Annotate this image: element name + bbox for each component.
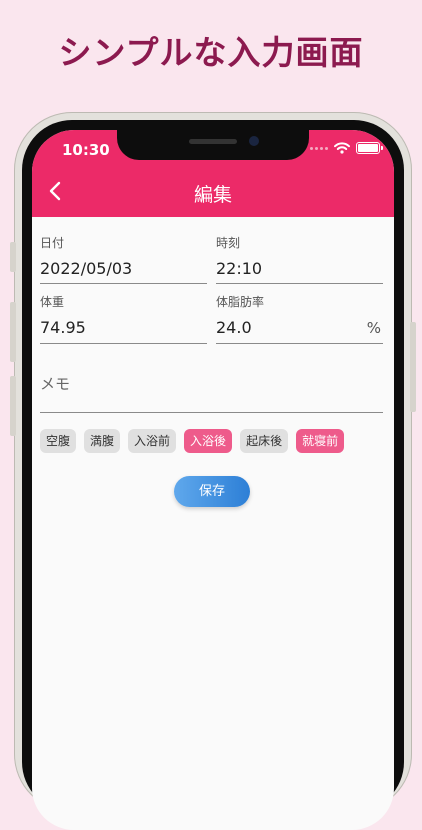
status-indicators (310, 142, 383, 154)
date-value: 2022/05/03 (40, 259, 133, 278)
tag-chips: 空腹 満腹 入浴前 入浴後 起床後 就寝前 (40, 429, 345, 453)
mute-switch (10, 242, 16, 272)
volume-down-button (10, 376, 16, 436)
date-field[interactable]: 日付 2022/05/03 (40, 234, 207, 284)
body-fat-label: 体脂肪率 (216, 295, 265, 309)
volume-up-button (10, 302, 16, 362)
time-field[interactable]: 時刻 22:10 (216, 234, 383, 284)
date-underline (40, 283, 207, 284)
page-title: 編集 (193, 184, 232, 206)
tag-chip[interactable]: 起床後 (240, 429, 289, 453)
phone-frame: 10:30 編集 日付 2022/05/03 時刻 22:10 体重 74.95… (10, 112, 416, 830)
date-label: 日付 (40, 236, 65, 250)
memo-field[interactable]: メモ (40, 373, 383, 413)
power-button (410, 322, 416, 412)
wifi-icon (334, 142, 350, 154)
tag-chip[interactable]: 入浴後 (184, 429, 233, 453)
percent-suffix: % (366, 319, 381, 337)
tag-chip[interactable]: 空腹 (40, 429, 77, 453)
signal-icon (310, 146, 328, 150)
status-time: 10:30 (62, 141, 110, 159)
body-fat-value: 24.0 (216, 318, 252, 337)
memo-placeholder: メモ (40, 375, 71, 393)
weight-label: 体重 (40, 295, 65, 309)
time-label: 時刻 (216, 236, 241, 250)
time-value: 22:10 (216, 259, 263, 278)
speaker (189, 139, 237, 144)
weight-value: 74.95 (40, 318, 86, 337)
memo-underline (40, 412, 383, 413)
promo-headline: シンプルな入力画面 (58, 33, 364, 72)
body-fat-field[interactable]: 体脂肪率 24.0 % (216, 293, 383, 344)
body-fat-underline (216, 343, 383, 344)
tag-chip[interactable]: 就寝前 (296, 429, 345, 453)
front-camera (249, 136, 259, 146)
app-screen: 10:30 編集 日付 2022/05/03 時刻 22:10 体重 74.95… (32, 130, 394, 830)
tag-chip[interactable]: 入浴前 (128, 429, 177, 453)
app-bar: 10:30 編集 (32, 130, 394, 217)
time-underline (216, 283, 383, 284)
tag-chip[interactable]: 満腹 (84, 429, 121, 453)
save-button[interactable]: 保存 (174, 476, 250, 507)
notch (117, 130, 309, 160)
weight-underline (40, 343, 207, 344)
weight-field[interactable]: 体重 74.95 (40, 293, 207, 344)
battery-icon (356, 142, 383, 154)
